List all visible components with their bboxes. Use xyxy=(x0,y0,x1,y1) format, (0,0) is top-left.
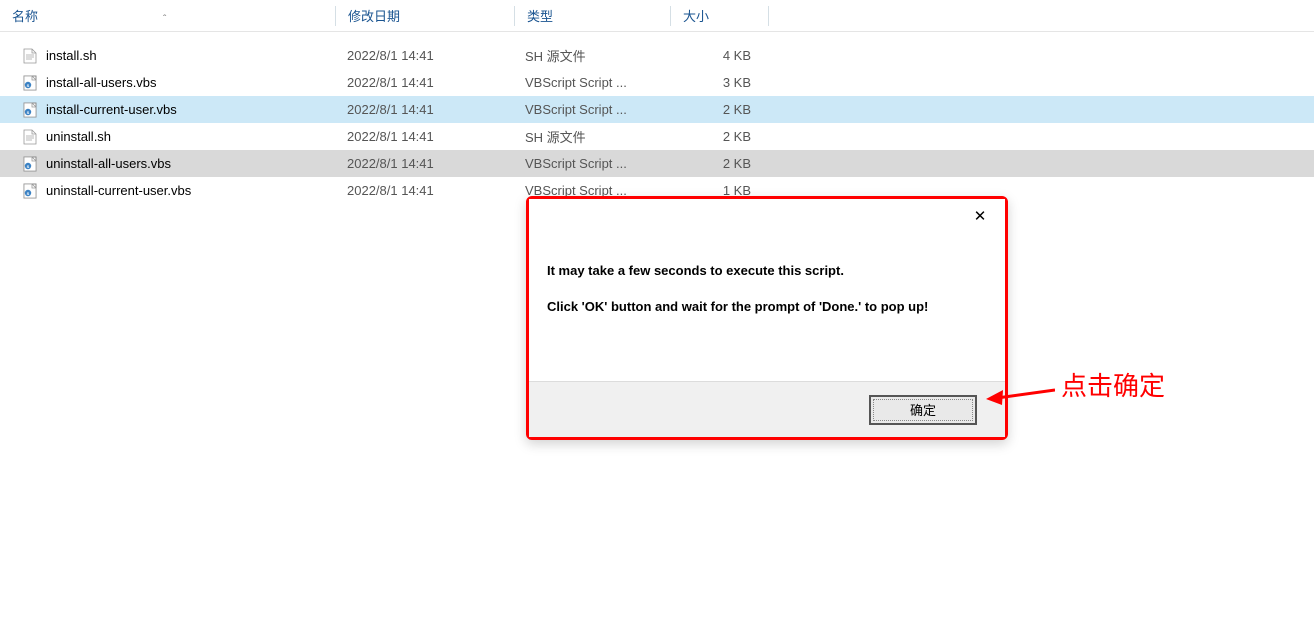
file-size-cell: 2 KB xyxy=(668,129,765,144)
svg-text:S: S xyxy=(27,110,30,115)
file-date-cell: 2022/8/1 14:41 xyxy=(335,102,513,117)
file-size-cell: 3 KB xyxy=(668,75,765,90)
file-type: SH 源文件 xyxy=(525,46,586,65)
file-date: 2022/8/1 14:41 xyxy=(347,156,434,171)
column-name[interactable]: 名称 ˆ xyxy=(0,6,335,25)
file-date-cell: 2022/8/1 14:41 xyxy=(335,183,513,198)
file-size: 2 KB xyxy=(723,102,751,117)
ok-button[interactable]: 确定 xyxy=(869,395,977,425)
column-date[interactable]: 修改日期 xyxy=(336,6,514,25)
file-icon: S xyxy=(22,102,38,118)
file-name-cell: Suninstall-all-users.vbs xyxy=(0,156,335,172)
svg-text:S: S xyxy=(27,83,30,88)
file-date-cell: 2022/8/1 14:41 xyxy=(335,48,513,63)
file-name-cell: Sinstall-all-users.vbs xyxy=(0,75,335,91)
sort-ascending-icon: ˆ xyxy=(163,14,166,25)
file-size-cell: 4 KB xyxy=(668,48,765,63)
arrow-icon xyxy=(985,378,1055,408)
file-date-cell: 2022/8/1 14:41 xyxy=(335,75,513,90)
column-date-label: 修改日期 xyxy=(348,6,400,25)
column-type-label: 类型 xyxy=(527,6,553,25)
column-size-label: 大小 xyxy=(683,6,709,25)
svg-text:S: S xyxy=(27,164,30,169)
file-size: 2 KB xyxy=(723,129,751,144)
file-name-cell: uninstall.sh xyxy=(0,129,335,145)
file-type-cell: SH 源文件 xyxy=(513,127,668,146)
dialog-footer: 确定 xyxy=(529,381,1005,437)
file-type-cell: VBScript Script ... xyxy=(513,156,668,171)
file-row[interactable]: Suninstall-all-users.vbs 2022/8/1 14:41 VB… xyxy=(0,150,1314,177)
file-date: 2022/8/1 14:41 xyxy=(347,102,434,117)
file-name: install-all-users.vbs xyxy=(46,75,157,90)
column-size[interactable]: 大小 xyxy=(671,6,768,25)
file-row[interactable]: Sinstall-current-user.vbs 2022/8/1 14:41 V… xyxy=(0,96,1314,123)
file-date-cell: 2022/8/1 14:41 xyxy=(335,156,513,171)
file-date: 2022/8/1 14:41 xyxy=(347,183,434,198)
file-row[interactable]: uninstall.sh 2022/8/1 14:41 SH 源文件 2 KB xyxy=(0,123,1314,150)
close-icon: ✕ xyxy=(974,207,987,225)
file-name: install-current-user.vbs xyxy=(46,102,177,117)
file-name-cell: Sinstall-current-user.vbs xyxy=(0,102,335,118)
file-name: uninstall-current-user.vbs xyxy=(46,183,191,198)
file-type: VBScript Script ... xyxy=(525,156,627,171)
file-type-cell: VBScript Script ... xyxy=(513,75,668,90)
file-row[interactable]: install.sh 2022/8/1 14:41 SH 源文件 4 KB xyxy=(0,42,1314,69)
file-type: SH 源文件 xyxy=(525,127,586,146)
svg-text:S: S xyxy=(27,191,30,196)
file-type-cell: VBScript Script ... xyxy=(513,102,668,117)
file-date-cell: 2022/8/1 14:41 xyxy=(335,129,513,144)
file-name-cell: Suninstall-current-user.vbs xyxy=(0,183,335,199)
dialog-message-line2: Click 'OK' button and wait for the promp… xyxy=(547,297,987,317)
file-date: 2022/8/1 14:41 xyxy=(347,48,434,63)
file-icon: S xyxy=(22,183,38,199)
column-name-label: 名称 xyxy=(12,6,38,25)
file-name-cell: install.sh xyxy=(0,48,335,64)
file-icon xyxy=(22,48,38,64)
column-type[interactable]: 类型 xyxy=(515,6,670,25)
file-date: 2022/8/1 14:41 xyxy=(347,129,434,144)
column-headers: 名称 ˆ 修改日期 类型 大小 xyxy=(0,0,1314,32)
close-button[interactable]: ✕ xyxy=(959,202,1001,230)
file-type: VBScript Script ... xyxy=(525,102,627,117)
file-date: 2022/8/1 14:41 xyxy=(347,75,434,90)
dialog-message-line1: It may take a few seconds to execute thi… xyxy=(547,261,987,281)
file-size: 3 KB xyxy=(723,75,751,90)
file-size-cell: 2 KB xyxy=(668,102,765,117)
file-row[interactable]: Sinstall-all-users.vbs 2022/8/1 14:41 VBSc… xyxy=(0,69,1314,96)
dialog-titlebar: ✕ xyxy=(529,199,1005,233)
file-type: VBScript Script ... xyxy=(525,75,627,90)
column-separator xyxy=(768,6,769,26)
file-icon xyxy=(22,129,38,145)
file-size: 4 KB xyxy=(723,48,751,63)
file-type-cell: SH 源文件 xyxy=(513,46,668,65)
file-size: 2 KB xyxy=(723,156,751,171)
file-name: install.sh xyxy=(46,48,97,63)
dialog-body: It may take a few seconds to execute thi… xyxy=(529,233,1005,381)
message-dialog: ✕ It may take a few seconds to execute t… xyxy=(526,196,1008,440)
file-name: uninstall-all-users.vbs xyxy=(46,156,171,171)
file-size-cell: 2 KB xyxy=(668,156,765,171)
file-icon: S xyxy=(22,75,38,91)
annotation-text: 点击确定 xyxy=(1061,366,1165,403)
file-list: install.sh 2022/8/1 14:41 SH 源文件 4 KB Sinsta… xyxy=(0,32,1314,204)
file-name: uninstall.sh xyxy=(46,129,111,144)
file-icon: S xyxy=(22,156,38,172)
